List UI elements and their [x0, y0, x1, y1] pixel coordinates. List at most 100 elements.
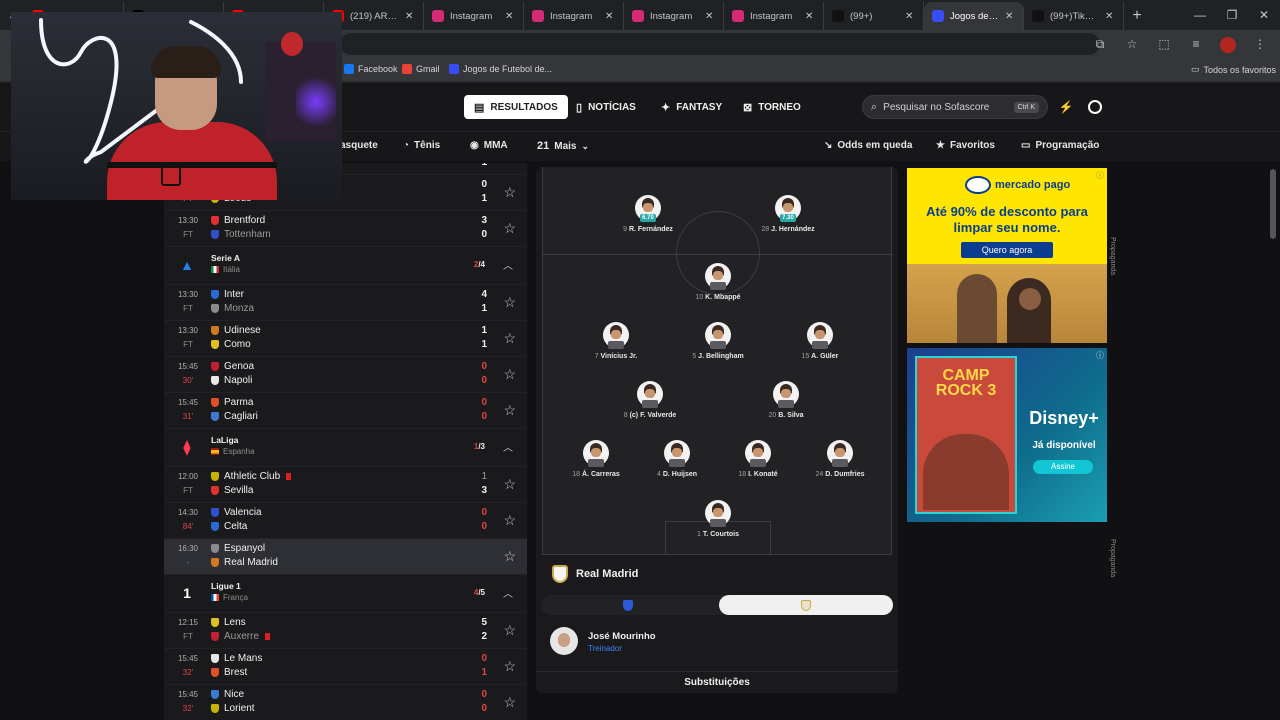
- match-row[interactable]: 12:15 FT Lens Auxerre 5 2 ☆: [164, 613, 527, 649]
- player[interactable]: 4 D. Huijsen: [632, 440, 722, 480]
- sport-mma[interactable]: ◉ MMA: [470, 140, 508, 151]
- match-row[interactable]: 15:45 30' Genoa Napoli 0 0 ☆: [164, 357, 527, 393]
- match-row[interactable]: 15:45 32' Nice Lorient 0 0 ☆: [164, 685, 527, 720]
- player[interactable]: 24 D. Dumfries: [795, 440, 885, 480]
- favorite-star-icon[interactable]: ☆: [503, 163, 516, 165]
- favorite-star-icon[interactable]: ☆: [503, 294, 516, 311]
- match-row[interactable]: 13:30 FT Brentford Tottenham 3 0 ☆: [164, 211, 527, 247]
- browser-tab[interactable]: Jogos de Futeb ✕: [924, 2, 1024, 30]
- tab-close-icon[interactable]: ✕: [1005, 11, 1015, 22]
- ad-info-icon[interactable]: ⓘ: [1096, 350, 1104, 361]
- lightning-icon[interactable]: ⚡: [1057, 98, 1075, 116]
- media-icon[interactable]: ≡: [1186, 34, 1206, 54]
- league-header-ligue1[interactable]: 1 Ligue 1 França 4/5 ︿: [164, 575, 527, 613]
- match-row[interactable]: 15:45 31' Parma Cagliari 0 0 ☆: [164, 393, 527, 429]
- bookmark-gmail[interactable]: Gmail: [402, 64, 440, 74]
- favorite-star-icon[interactable]: ☆: [503, 330, 516, 347]
- toggle-espanyol[interactable]: [541, 595, 715, 615]
- nav-news[interactable]: ▯ NOTÍCIAS: [566, 95, 646, 119]
- match-row[interactable]: 15:45 32' Le Mans Brest 0 1 ☆: [164, 649, 527, 685]
- search-input[interactable]: ⌕ Pesquisar no Sofascore Ctrl K: [862, 95, 1048, 119]
- match-row[interactable]: 13:30 FT Udinese Como 1 1 ☆: [164, 321, 527, 357]
- sport-basketball[interactable]: asquete: [340, 140, 378, 151]
- league-header-serie-a[interactable]: ▲ Serie A Itália 2/4 ︿: [164, 247, 527, 285]
- extensions-icon[interactable]: ⬚: [1154, 34, 1174, 54]
- favorite-star-icon[interactable]: ☆: [503, 658, 516, 675]
- player[interactable]: 20 B. Silva: [741, 381, 831, 421]
- disney-subscribe-button[interactable]: Assine: [1033, 460, 1093, 474]
- schedule-link[interactable]: ▭ Programação: [1021, 140, 1099, 151]
- sport-more[interactable]: 21 Mais ⌄: [537, 140, 589, 152]
- bookmark-star-icon[interactable]: ☆: [1122, 34, 1142, 54]
- bookmark-facebook[interactable]: Facebook: [344, 64, 398, 74]
- favorite-star-icon[interactable]: ☆: [503, 402, 516, 419]
- all-bookmarks[interactable]: ▭ Todos os favoritos: [1191, 64, 1276, 75]
- player-label: 28 J. Hernández: [743, 226, 833, 233]
- tab-close-icon[interactable]: ✕: [1105, 11, 1115, 22]
- address-bar[interactable]: [340, 33, 1100, 55]
- tab-close-icon[interactable]: ✕: [605, 11, 615, 22]
- new-tab-button[interactable]: +: [1124, 2, 1150, 30]
- match-row[interactable]: 13:30 FT Inter Monza 4 1 ☆: [164, 285, 527, 321]
- chevron-up-icon[interactable]: ︿: [503, 257, 513, 272]
- profile-avatar[interactable]: [1218, 34, 1238, 54]
- tab-close-icon[interactable]: ✕: [705, 11, 715, 22]
- nav-fantasy[interactable]: ✦ FANTASY: [651, 95, 732, 119]
- browser-tab[interactable]: Instagram ✕: [524, 2, 624, 30]
- player[interactable]: 15 A. Güler: [775, 322, 865, 362]
- favorite-star-icon[interactable]: ☆: [503, 184, 516, 201]
- menu-icon[interactable]: ⋮: [1250, 34, 1270, 54]
- browser-tab[interactable]: Instagram ✕: [724, 2, 824, 30]
- favorite-star-icon[interactable]: ☆: [503, 366, 516, 383]
- nav-results-label: RESULTADOS: [490, 101, 558, 113]
- browser-tab[interactable]: (99+) ✕: [824, 2, 924, 30]
- player[interactable]: 6.70 9 R. Fernández: [603, 195, 693, 235]
- nav-results[interactable]: ▤ RESULTADOS: [464, 95, 568, 119]
- match-row[interactable]: 12:00 FT Athletic Club Sevilla 1 3 ☆: [164, 467, 527, 503]
- tab-close-icon[interactable]: ✕: [905, 11, 915, 22]
- odds-dropping[interactable]: ↘ Odds em queda: [824, 140, 912, 151]
- player[interactable]: 7 Vinícius Jr.: [571, 322, 661, 362]
- favorite-star-icon[interactable]: ☆: [503, 622, 516, 639]
- install-app-icon[interactable]: ⧉: [1090, 34, 1110, 54]
- browser-tab[interactable]: Instagram ✕: [424, 2, 524, 30]
- substitutions-header[interactable]: Substituições: [536, 671, 898, 693]
- favorites-link[interactable]: ★ Favoritos: [936, 140, 995, 151]
- nav-tournament[interactable]: ⊠ TORNEO: [733, 95, 811, 119]
- player[interactable]: 18 I. Konaté: [713, 440, 803, 480]
- tab-close-icon[interactable]: ✕: [405, 11, 415, 22]
- page-scrollbar[interactable]: [1270, 169, 1276, 239]
- chevron-up-icon[interactable]: ︿: [503, 585, 513, 600]
- disney-plus-ad[interactable]: CAMP ROCK 3 Disney+ Já disponível Assine…: [907, 348, 1107, 522]
- restore-icon[interactable]: ❐: [1216, 0, 1248, 30]
- minimize-icon[interactable]: —: [1184, 0, 1216, 30]
- match-row[interactable]: 14:30 84' Valencia Celta 0 0 ☆: [164, 503, 527, 539]
- player[interactable]: 1 T. Courtois: [673, 500, 763, 540]
- favorite-star-icon[interactable]: ☆: [503, 694, 516, 711]
- favorite-star-icon[interactable]: ☆: [503, 548, 516, 565]
- player[interactable]: 7.30 28 J. Hernández: [743, 195, 833, 235]
- player[interactable]: 18 Á. Carreras: [551, 440, 641, 480]
- browser-tab[interactable]: (99+)TikTok - M ✕: [1024, 2, 1124, 30]
- bookmark-sofascore[interactable]: Jogos de Futebol de...: [449, 64, 552, 74]
- player[interactable]: 8 (c) F. Valverde: [605, 381, 695, 421]
- player[interactable]: 5 J. Bellingham: [673, 322, 763, 362]
- favorite-star-icon[interactable]: ☆: [503, 476, 516, 493]
- close-window-icon[interactable]: ✕: [1248, 0, 1280, 30]
- espanyol-crest-icon: [623, 599, 633, 611]
- favorite-star-icon[interactable]: ☆: [503, 220, 516, 237]
- tab-close-icon[interactable]: ✕: [505, 11, 515, 22]
- mercado-pago-ad[interactable]: mercado pago Até 90% de desconto para li…: [907, 168, 1107, 343]
- player[interactable]: 10 K. Mbappé: [673, 263, 763, 303]
- tab-close-icon[interactable]: ✕: [805, 11, 815, 22]
- user-icon[interactable]: [1086, 98, 1104, 116]
- league-header-laliga[interactable]: ⧫ LaLiga Espanha 1/3 ︿: [164, 429, 527, 467]
- chevron-up-icon[interactable]: ︿: [503, 439, 513, 454]
- ad-info-icon[interactable]: ⓘ: [1096, 170, 1104, 181]
- mp-cta-button[interactable]: Quero agora: [961, 242, 1053, 258]
- sport-tennis[interactable]: ◔ Tênis: [403, 140, 440, 151]
- browser-tab[interactable]: Instagram ✕: [624, 2, 724, 30]
- favorite-star-icon[interactable]: ☆: [503, 512, 516, 529]
- match-row[interactable]: 16:30 - Espanyol Real Madrid ☆: [164, 539, 527, 575]
- toggle-real-madrid[interactable]: [719, 595, 893, 615]
